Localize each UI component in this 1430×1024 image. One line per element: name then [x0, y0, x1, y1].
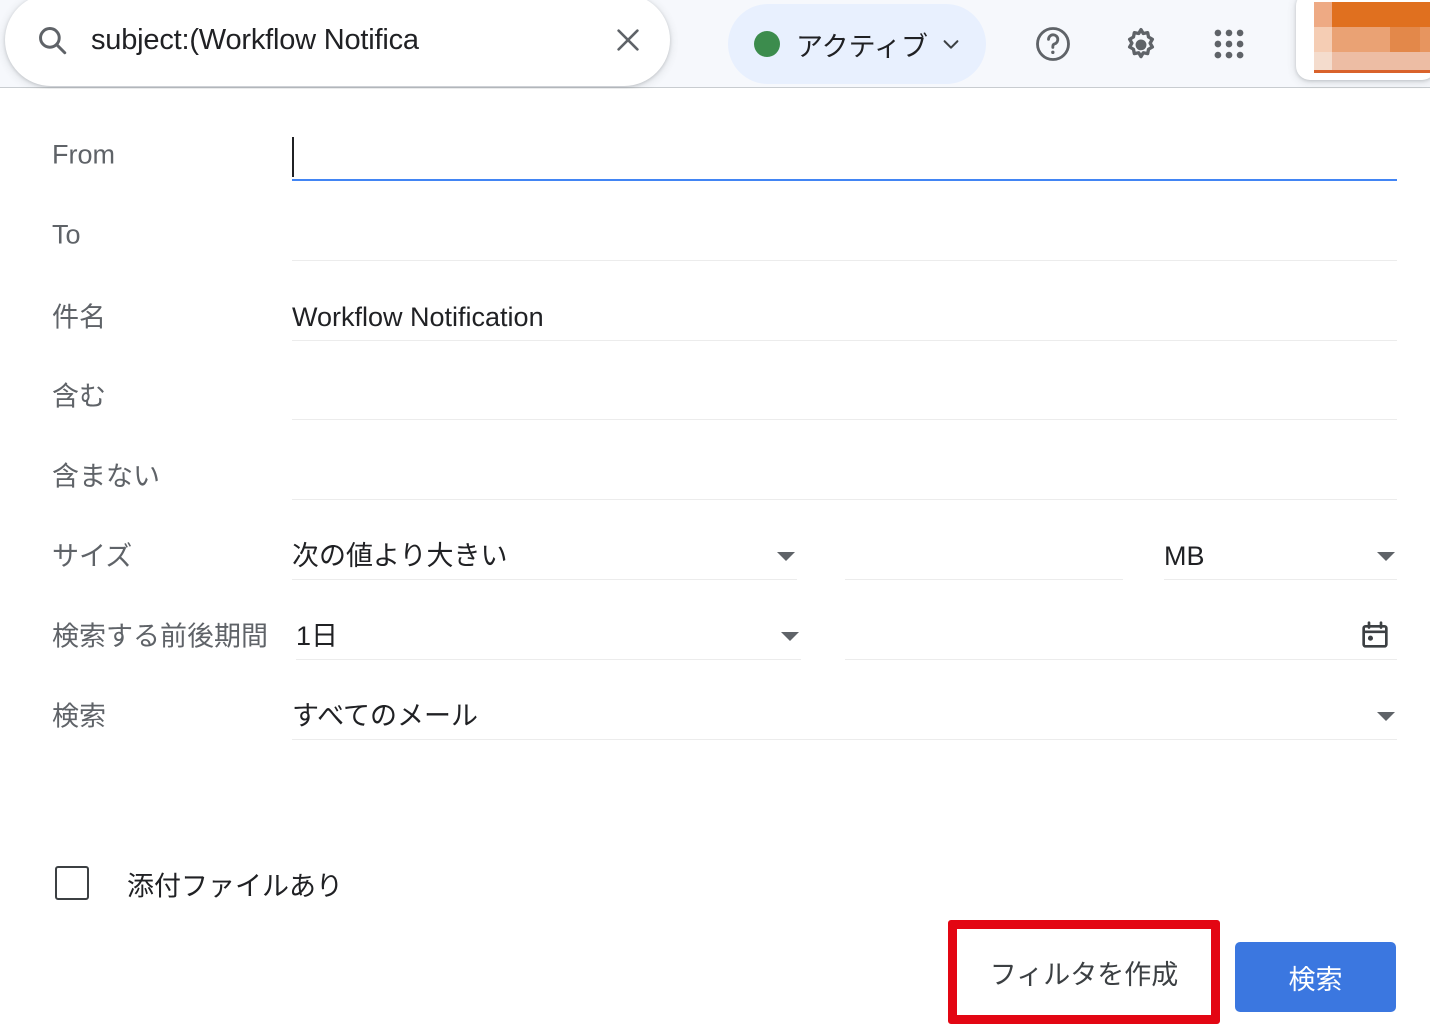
avatar-mosaic-cell: [1362, 2, 1390, 27]
close-icon[interactable]: [612, 24, 644, 56]
avatar-mosaic-cell: [1420, 27, 1430, 52]
size-comparison-select[interactable]: 次の値より大きい: [292, 528, 797, 580]
status-chip-active[interactable]: アクティブ: [728, 4, 986, 84]
avatar-mosaic: [1314, 2, 1430, 70]
date-window-select[interactable]: 1日: [296, 608, 801, 660]
subject-value: Workflow Notification: [292, 300, 544, 340]
field-label-scope: 検索: [52, 695, 106, 734]
field-row-size: サイズ 次の値より大きい MB: [0, 514, 1430, 594]
avatar-mosaic-cell: [1362, 27, 1390, 52]
search-scope-value: すべてのメール: [292, 699, 478, 739]
size-unit-select[interactable]: MB: [1164, 528, 1397, 580]
field-label-to: To: [52, 220, 81, 251]
help-icon[interactable]: [1029, 20, 1077, 68]
avatar-mosaic-cell: [1362, 52, 1390, 70]
field-row-date-range: 検索する前後期間 1日: [0, 594, 1430, 674]
from-input[interactable]: [292, 129, 1397, 181]
size-comparison-value: 次の値より大きい: [292, 539, 507, 579]
has-attachment-label[interactable]: 添付ファイルあり: [127, 865, 343, 904]
field-label-excludes: 含まない: [52, 455, 160, 494]
avatar-mosaic-cell: [1332, 2, 1362, 27]
gear-icon[interactable]: [1117, 20, 1165, 68]
field-label-size: サイズ: [52, 535, 132, 574]
avatar[interactable]: [1296, 0, 1430, 80]
status-label: アクティブ: [796, 25, 928, 64]
chevron-down-icon: [1377, 552, 1395, 561]
subject-input[interactable]: Workflow Notification: [292, 289, 1397, 341]
avatar-mosaic-cell: [1314, 27, 1332, 52]
avatar-mosaic-cell: [1390, 52, 1420, 70]
field-row-to: To: [0, 195, 1430, 275]
search-input[interactable]: subject:(Workflow Notifica: [91, 24, 612, 57]
includes-input[interactable]: [292, 368, 1397, 420]
field-label-subject: 件名: [52, 296, 106, 335]
field-label-includes: 含む: [52, 375, 106, 414]
size-unit-value: MB: [1164, 539, 1205, 579]
field-label-date-range: 検索する前後期間: [52, 615, 268, 654]
avatar-mosaic-cell: [1314, 52, 1332, 70]
field-label-from: From: [52, 140, 115, 171]
has-attachment-checkbox[interactable]: [55, 866, 89, 900]
attachment-row: 添付ファイルあり: [0, 844, 1430, 924]
search-icon: [35, 23, 69, 57]
chevron-down-icon[interactable]: [940, 33, 962, 55]
date-input[interactable]: [845, 608, 1397, 660]
avatar-mosaic-cell: [1420, 52, 1430, 70]
field-row-subject: 件名 Workflow Notification: [0, 275, 1430, 355]
excludes-input[interactable]: [292, 448, 1397, 500]
avatar-mosaic-cell: [1332, 27, 1362, 52]
avatar-mosaic-cell: [1420, 2, 1430, 27]
search-button[interactable]: 検索: [1235, 942, 1396, 1012]
avatar-underline: [1314, 70, 1430, 73]
advanced-search-panel: From To 件名 Workflow Notification 含む 含まない: [0, 89, 1430, 946]
field-row-scope: 検索 すべてのメール: [0, 674, 1430, 754]
calendar-icon[interactable]: [1359, 619, 1391, 651]
avatar-mosaic-cell: [1332, 52, 1362, 70]
field-row-from: From: [0, 115, 1430, 195]
chevron-down-icon: [781, 632, 799, 641]
text-caret: [292, 137, 294, 177]
apps-grid-icon[interactable]: [1205, 20, 1253, 68]
field-row-includes: 含む: [0, 354, 1430, 434]
app-header: subject:(Workflow Notifica アクティブ: [0, 0, 1430, 88]
chevron-down-icon: [1377, 712, 1395, 721]
date-window-value: 1日: [296, 619, 338, 659]
create-filter-button[interactable]: フィルタを作成: [959, 931, 1209, 1013]
avatar-mosaic-cell: [1314, 2, 1332, 27]
search-bar[interactable]: subject:(Workflow Notifica: [5, 0, 670, 86]
to-input[interactable]: [292, 209, 1397, 261]
search-scope-select[interactable]: すべてのメール: [292, 688, 1397, 740]
field-row-excludes: 含まない: [0, 434, 1430, 514]
avatar-mosaic-cell: [1390, 27, 1420, 52]
avatar-mosaic-cell: [1390, 2, 1420, 27]
chevron-down-icon: [777, 552, 795, 561]
status-dot-icon: [754, 31, 780, 57]
size-amount-input[interactable]: [845, 528, 1123, 580]
